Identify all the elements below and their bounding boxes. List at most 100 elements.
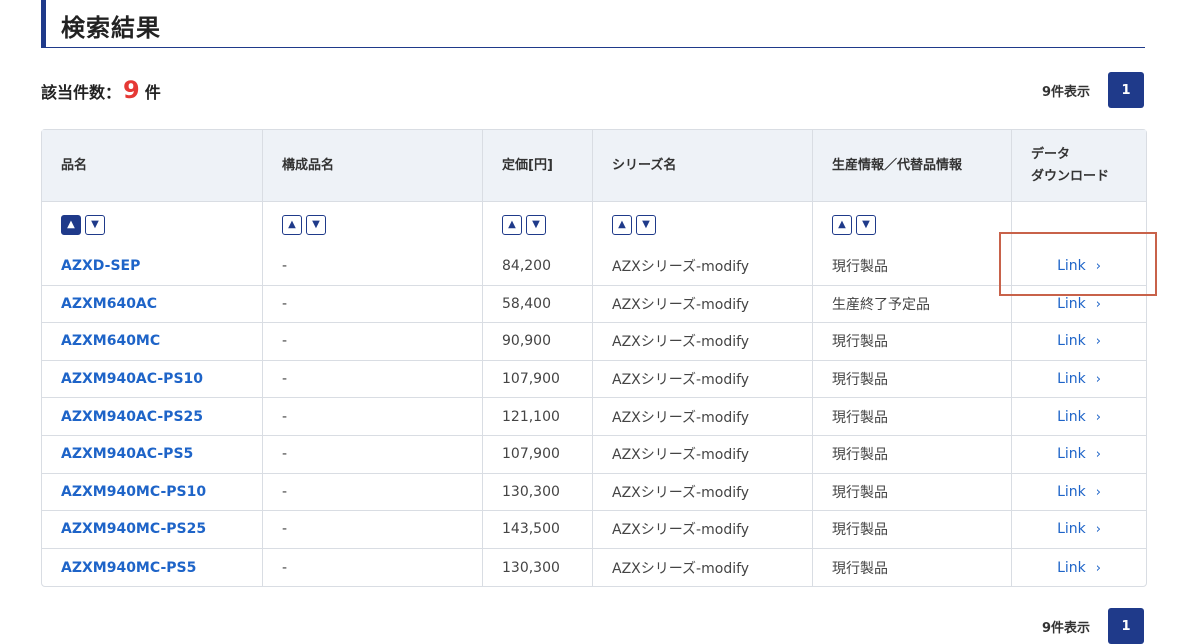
product-name-link[interactable]: AZXM640AC xyxy=(61,296,157,312)
download-link[interactable]: Link › xyxy=(1057,409,1101,425)
download-link[interactable]: Link › xyxy=(1057,560,1101,576)
price-cell: 121,100 xyxy=(483,398,593,436)
page-button-1[interactable]: 1 xyxy=(1108,72,1144,108)
chevron-right-icon: › xyxy=(1095,296,1101,312)
price-cell: 130,300 xyxy=(483,548,593,587)
component-name-cell: - xyxy=(263,511,483,549)
chevron-right-icon: › xyxy=(1095,522,1101,538)
status-cell: 現行製品 xyxy=(813,511,1012,549)
table-row: AZXM940MC-PS25 - 143,500 AZXシリーズ-modify … xyxy=(42,511,1146,549)
table-row: AZXM940AC-PS5 - 107,900 AZXシリーズ-modify 現… xyxy=(42,435,1146,474)
pager-display-text: 9件表示 xyxy=(1041,84,1090,100)
sort-row: ▲ ▼ ▲ ▼ ▲ ▼ ▲ ▼ ▲ ▼ xyxy=(42,202,1146,248)
series-cell: AZXシリーズ-modify xyxy=(593,511,813,549)
series-cell: AZXシリーズ-modify xyxy=(593,473,813,512)
table-row: AZXM640MC - 90,900 AZXシリーズ-modify 現行製品 L… xyxy=(42,323,1146,361)
download-link-label: Link xyxy=(1057,559,1086,576)
download-link-label: Link xyxy=(1057,295,1086,312)
download-link-label: Link xyxy=(1057,333,1086,350)
sort-cell-product-name: ▲ ▼ xyxy=(42,202,263,248)
sort-cell-series: ▲ ▼ xyxy=(593,202,813,248)
table-header-row: 品名 構成品名 定価[円] シリーズ名 生産情報／代替品情報 データ ダウンロー… xyxy=(42,130,1146,202)
download-link[interactable]: Link › xyxy=(1057,333,1101,349)
product-name-link[interactable]: AZXM940MC-PS25 xyxy=(61,521,206,537)
price-cell: 107,900 xyxy=(483,360,593,399)
count-value: 9 xyxy=(123,76,140,104)
sort-asc-button[interactable]: ▲ xyxy=(282,215,302,236)
sort-cell-empty xyxy=(1012,202,1146,248)
download-link[interactable]: Link › xyxy=(1057,446,1101,462)
column-header-series: シリーズ名 xyxy=(593,130,813,202)
sort-desc-button[interactable]: ▼ xyxy=(306,215,326,236)
sort-asc-button[interactable]: ▲ xyxy=(612,215,632,236)
component-name-cell: - xyxy=(263,398,483,436)
download-link-label: Link xyxy=(1057,483,1086,500)
column-header-price: 定価[円] xyxy=(483,130,593,202)
component-name-cell: - xyxy=(263,435,483,474)
series-cell: AZXシリーズ-modify xyxy=(593,360,813,399)
product-name-link[interactable]: AZXM940AC-PS10 xyxy=(61,371,203,387)
product-name-link[interactable]: AZXM940AC-PS5 xyxy=(61,446,193,462)
table-row: AZXM940MC-PS5 - 130,300 AZXシリーズ-modify 現… xyxy=(42,548,1146,587)
product-name-link[interactable]: AZXD-SEP xyxy=(61,258,140,274)
download-link[interactable]: Link › xyxy=(1057,371,1101,387)
price-cell: 90,900 xyxy=(483,323,593,361)
product-name-link[interactable]: AZXM640MC xyxy=(61,333,160,349)
status-cell: 現行製品 xyxy=(813,248,1012,286)
series-cell: AZXシリーズ-modify xyxy=(593,285,813,324)
price-cell: 107,900 xyxy=(483,435,593,474)
product-name-link[interactable]: AZXM940MC-PS10 xyxy=(61,484,206,500)
sort-asc-button[interactable]: ▲ xyxy=(502,215,522,236)
column-header-production-info: 生産情報／代替品情報 xyxy=(813,130,1012,202)
series-cell: AZXシリーズ-modify xyxy=(593,548,813,587)
result-count: 該当件数： 9 件 xyxy=(41,76,161,108)
sort-desc-button[interactable]: ▼ xyxy=(526,215,546,236)
component-name-cell: - xyxy=(263,473,483,512)
column-header-data-download: データ ダウンロード xyxy=(1012,130,1146,202)
table-row: AZXM940AC-PS25 - 121,100 AZXシリーズ-modify … xyxy=(42,398,1146,436)
pager-bottom: 9件表示 1 xyxy=(1042,608,1144,644)
price-cell: 143,500 xyxy=(483,511,593,549)
series-cell: AZXシリーズ-modify xyxy=(593,323,813,361)
section-title: 検索結果 xyxy=(41,0,1145,48)
status-cell: 生産終了予定品 xyxy=(813,285,1012,324)
sort-desc-button[interactable]: ▼ xyxy=(636,215,656,236)
component-name-cell: - xyxy=(263,248,483,286)
sort-asc-button[interactable]: ▲ xyxy=(61,215,81,236)
download-link[interactable]: Link › xyxy=(1057,484,1101,500)
product-name-link[interactable]: AZXM940MC-PS5 xyxy=(61,560,196,576)
series-cell: AZXシリーズ-modify xyxy=(593,248,813,286)
status-cell: 現行製品 xyxy=(813,398,1012,436)
component-name-cell: - xyxy=(263,548,483,587)
pager-display-text: 9件表示 xyxy=(1041,620,1090,636)
sort-asc-button[interactable]: ▲ xyxy=(832,215,852,236)
status-cell: 現行製品 xyxy=(813,548,1012,587)
download-link[interactable]: Link › xyxy=(1057,258,1101,274)
component-name-cell: - xyxy=(263,323,483,361)
table-row: AZXD-SEP - 84,200 AZXシリーズ-modify 現行製品 Li… xyxy=(42,248,1146,286)
results-table: 品名 構成品名 定価[円] シリーズ名 生産情報／代替品情報 データ ダウンロー… xyxy=(41,129,1147,588)
chevron-right-icon: › xyxy=(1095,447,1101,463)
component-name-cell: - xyxy=(263,360,483,399)
sort-cell-production-info: ▲ ▼ xyxy=(813,202,1012,248)
series-cell: AZXシリーズ-modify xyxy=(593,398,813,436)
chevron-right-icon: › xyxy=(1095,409,1101,425)
chevron-right-icon: › xyxy=(1095,560,1101,576)
status-cell: 現行製品 xyxy=(813,323,1012,361)
column-header-product-name: 品名 xyxy=(42,130,263,202)
price-cell: 130,300 xyxy=(483,473,593,512)
table-row: AZXM640AC - 58,400 AZXシリーズ-modify 生産終了予定… xyxy=(42,285,1146,324)
sort-desc-button[interactable]: ▼ xyxy=(85,215,105,236)
series-cell: AZXシリーズ-modify xyxy=(593,435,813,474)
price-cell: 84,200 xyxy=(483,248,593,286)
status-cell: 現行製品 xyxy=(813,435,1012,474)
sort-cell-price: ▲ ▼ xyxy=(483,202,593,248)
page-button-1[interactable]: 1 xyxy=(1108,608,1144,644)
status-cell: 現行製品 xyxy=(813,360,1012,399)
product-name-link[interactable]: AZXM940AC-PS25 xyxy=(61,409,203,425)
download-link-label: Link xyxy=(1057,258,1086,275)
download-link[interactable]: Link › xyxy=(1057,521,1101,537)
download-link[interactable]: Link › xyxy=(1057,296,1101,312)
sort-desc-button[interactable]: ▼ xyxy=(856,215,876,236)
table-row: AZXM940MC-PS10 - 130,300 AZXシリーズ-modify … xyxy=(42,473,1146,512)
